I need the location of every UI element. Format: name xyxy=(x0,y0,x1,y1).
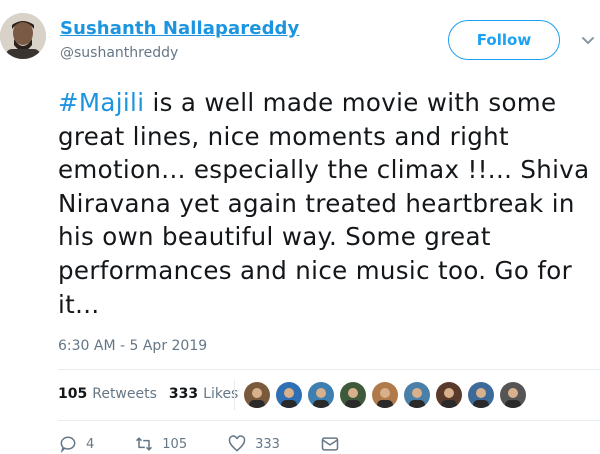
author-name[interactable]: Sushanth Nallapareddy xyxy=(60,18,299,39)
liker-avatar[interactable] xyxy=(275,381,303,409)
hashtag-link[interactable]: #Majili xyxy=(58,88,144,117)
retweets-count: 105 xyxy=(58,386,88,402)
liked-by-avatars xyxy=(234,380,531,410)
liker-avatar[interactable] xyxy=(467,381,495,409)
reply-button[interactable]: 4 xyxy=(58,434,94,454)
reply-icon xyxy=(60,436,76,454)
retweets-label: Retweets xyxy=(92,386,157,402)
chevron-down-icon[interactable] xyxy=(578,30,598,50)
likes-count: 333 xyxy=(168,386,199,402)
retweets-stat[interactable]: 105 Retweets xyxy=(58,386,157,402)
envelope-icon xyxy=(321,437,339,451)
liker-avatar[interactable] xyxy=(371,381,399,409)
divider xyxy=(58,420,600,421)
retweet-count: 105 xyxy=(162,436,188,452)
tweet-timestamp[interactable]: 6:30 AM - 5 Apr 2019 xyxy=(58,338,207,354)
heart-icon xyxy=(228,435,246,452)
retweet-icon xyxy=(136,437,153,451)
tweet-body: is a well made movie with some great lin… xyxy=(58,88,590,319)
liker-avatar[interactable] xyxy=(435,381,463,409)
retweet-button[interactable]: 105 xyxy=(134,434,187,454)
divider xyxy=(58,369,600,370)
like-button[interactable]: 333 xyxy=(227,434,280,454)
follow-button[interactable]: Follow xyxy=(448,20,560,60)
tweet-stats: 105 Retweets 333 Likes xyxy=(58,386,250,402)
author-handle[interactable]: @sushanthreddy xyxy=(60,45,178,61)
divider xyxy=(234,380,235,410)
liker-avatar[interactable] xyxy=(307,381,335,409)
reply-count: 4 xyxy=(86,436,95,452)
author-avatar[interactable] xyxy=(0,13,46,59)
tweet-actions: 4 105 333 xyxy=(58,434,388,454)
liker-avatar[interactable] xyxy=(243,381,271,409)
likes-stat[interactable]: 333 Likes xyxy=(169,386,238,402)
liker-avatar[interactable] xyxy=(499,381,527,409)
tweet-text: #Majili is a well made movie with some g… xyxy=(58,86,598,321)
direct-message-button[interactable] xyxy=(320,434,348,454)
liker-avatar[interactable] xyxy=(339,381,367,409)
like-count: 333 xyxy=(255,436,280,452)
liker-avatar[interactable] xyxy=(403,381,431,409)
